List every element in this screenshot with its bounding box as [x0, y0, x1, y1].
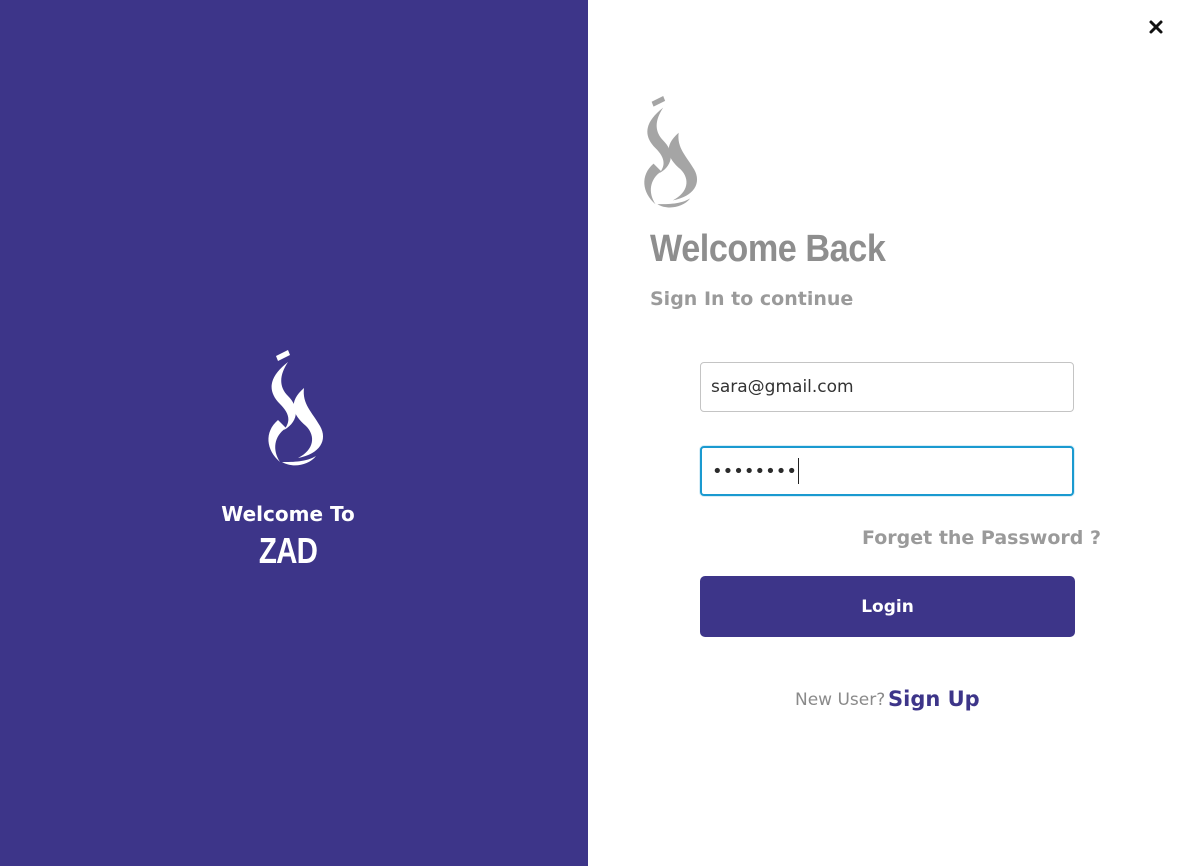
brand-panel: Welcome To ZAD — [0, 0, 588, 866]
login-button[interactable]: Login — [700, 576, 1075, 637]
zad-logo-grey-icon — [644, 96, 698, 208]
login-window: Welcome To ZAD Welcome Back Sign In to c… — [0, 0, 1178, 866]
password-mask: •••••••• — [712, 460, 797, 482]
brand-name: ZAD — [258, 530, 318, 571]
sign-up-link[interactable]: Sign Up — [888, 687, 980, 711]
forgot-password-link[interactable]: Forget the Password ? — [862, 527, 1101, 549]
page-subtitle: Sign In to continue — [650, 288, 854, 310]
page-title: Welcome Back — [650, 228, 886, 270]
email-field[interactable] — [700, 362, 1074, 412]
welcome-to-label: Welcome To — [221, 502, 355, 526]
text-caret — [797, 458, 799, 484]
new-user-label: New User? — [795, 690, 886, 710]
zad-logo-icon — [268, 350, 324, 466]
close-icon[interactable] — [1145, 16, 1167, 38]
password-field[interactable]: •••••••• — [700, 446, 1074, 496]
